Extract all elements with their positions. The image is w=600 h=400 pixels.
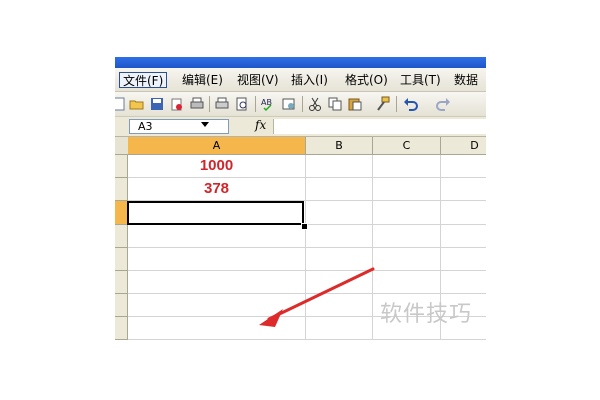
copy-icon[interactable] xyxy=(327,96,343,112)
permission-icon[interactable] xyxy=(169,96,185,112)
format-painter-icon[interactable] xyxy=(375,96,391,112)
active-cell-a3[interactable] xyxy=(127,201,304,225)
row-header[interactable] xyxy=(115,294,128,317)
red-arrow-icon xyxy=(259,267,375,327)
chevron-down-icon[interactable] xyxy=(201,122,209,127)
cell-a1[interactable]: 1000 xyxy=(128,155,305,177)
column-header-b[interactable]: B xyxy=(306,137,373,154)
select-all-corner[interactable] xyxy=(115,137,129,154)
formula-bar: A3 fx xyxy=(115,117,486,137)
menu-data[interactable]: 数据 xyxy=(451,72,481,88)
save-icon[interactable] xyxy=(149,96,165,112)
open-folder-icon[interactable] xyxy=(129,96,145,112)
row-header[interactable] xyxy=(115,155,128,178)
cell-a2[interactable]: 378 xyxy=(128,178,305,200)
formula-input[interactable] xyxy=(273,119,486,134)
row-header[interactable] xyxy=(115,271,128,294)
function-icon[interactable]: fx xyxy=(255,118,266,132)
print2-icon[interactable] xyxy=(214,96,230,112)
row-header[interactable] xyxy=(115,248,128,271)
watermark: 软件技巧 xyxy=(380,302,473,327)
menu-bar: 文件(F) 编辑(E) 视图(V) 插入(I) 格式(O) 工具(T) 数据 xyxy=(115,68,486,92)
research-icon[interactable] xyxy=(281,96,297,112)
spelling-icon[interactable]: AB xyxy=(260,96,276,112)
column-headers: A B C D xyxy=(115,137,486,155)
title-bar xyxy=(115,57,486,68)
menu-format[interactable]: 格式(O) xyxy=(342,72,391,88)
menu-view[interactable]: 视图(V) xyxy=(234,72,282,88)
name-box[interactable]: A3 xyxy=(129,119,229,134)
menu-tools[interactable]: 工具(T) xyxy=(397,72,444,88)
menu-insert[interactable]: 插入(I) xyxy=(288,72,331,88)
column-header-a[interactable]: A xyxy=(128,137,306,154)
menu-file[interactable]: 文件(F) xyxy=(119,72,168,88)
column-header-d[interactable]: D xyxy=(441,137,486,154)
menu-edit[interactable]: 编辑(E) xyxy=(179,72,226,88)
paste-icon[interactable] xyxy=(347,96,363,112)
column-header-c[interactable]: C xyxy=(373,137,441,154)
print-icon[interactable] xyxy=(189,96,205,112)
fill-handle[interactable] xyxy=(301,223,308,230)
undo-icon[interactable] xyxy=(403,96,419,112)
redo-icon[interactable] xyxy=(435,96,451,112)
row-header[interactable] xyxy=(115,317,128,340)
row-header[interactable] xyxy=(115,178,128,201)
cut-icon[interactable] xyxy=(307,96,323,112)
print-preview-icon[interactable] xyxy=(234,96,250,112)
standard-toolbar: AB xyxy=(115,92,486,117)
row-header[interactable] xyxy=(115,225,128,248)
new-icon[interactable] xyxy=(115,96,127,112)
